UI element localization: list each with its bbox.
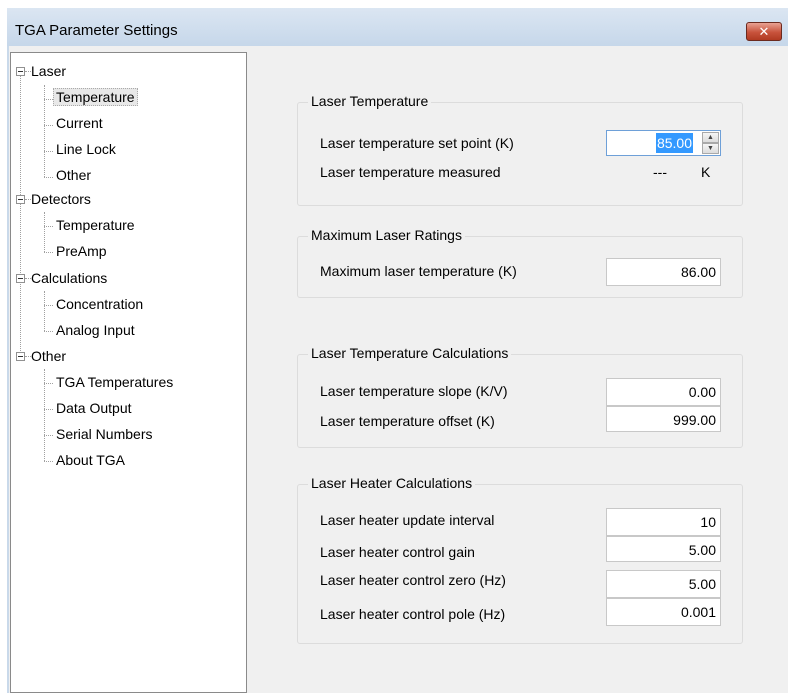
tree-item-label: Line Lock (56, 141, 116, 157)
tree-item-other[interactable]: Other (31, 344, 66, 368)
slope-field[interactable]: 0.00 (606, 378, 721, 406)
tree-item-laser-current[interactable]: Current (56, 111, 103, 135)
collapse-icon[interactable] (16, 67, 25, 76)
tree-line (44, 305, 53, 306)
tree-line (44, 461, 53, 462)
max-temp-field[interactable]: 86.00 (606, 258, 721, 286)
tree-item-label: Serial Numbers (56, 426, 153, 442)
tree-item-label: PreAmp (56, 243, 107, 259)
slope-label: Laser temperature slope (K/V) (320, 383, 508, 399)
measured-value: --- (653, 164, 667, 180)
tree-item-label: Data Output (56, 400, 132, 416)
close-button[interactable]: ✕ (746, 22, 782, 41)
group-title: Maximum Laser Ratings (308, 227, 465, 243)
tree-item-laser-temperature[interactable]: Temperature (53, 85, 138, 109)
tree-line (44, 125, 53, 126)
pole-field[interactable]: 0.001 (606, 598, 721, 626)
tree-item-label: Temperature (53, 88, 138, 106)
group-title: Laser Heater Calculations (308, 475, 476, 491)
tree-line (44, 252, 53, 253)
tree-item-calculations-concentration[interactable]: Concentration (56, 292, 143, 316)
tree-line (44, 226, 53, 227)
tree-line (44, 331, 53, 332)
tree-item-calculations[interactable]: Calculations (31, 266, 107, 290)
tree-line (44, 212, 45, 252)
set-point-value[interactable]: 85.00 (655, 133, 693, 153)
tree-line (44, 409, 53, 410)
group-title: Laser Temperature Calculations (308, 345, 512, 361)
offset-field[interactable]: 999.00 (606, 406, 721, 432)
tree-item-label: Concentration (56, 296, 144, 312)
tree-item-other-serial-numbers[interactable]: Serial Numbers (56, 422, 152, 446)
tree-item-other-data-output[interactable]: Data Output (56, 396, 132, 420)
gain-label: Laser heater control gain (320, 544, 475, 560)
spin-up-icon[interactable]: ▲ (702, 132, 719, 143)
tree-item-label: About TGA (56, 452, 126, 468)
interval-field[interactable]: 10 (606, 508, 721, 536)
tree-item-laser-line-lock[interactable]: Line Lock (56, 137, 116, 161)
set-point-label: Laser temperature set point (K) (320, 135, 514, 151)
tree-item-label: Detectors (31, 191, 91, 207)
tree-line (44, 291, 45, 331)
tree-item-detectors[interactable]: Detectors (31, 187, 91, 211)
interval-label: Laser heater update interval (320, 512, 495, 528)
tree-item-label: Current (56, 115, 103, 131)
tree-item-label: Other (56, 167, 92, 183)
tree-line (44, 435, 53, 436)
gain-field[interactable]: 5.00 (606, 536, 721, 562)
title-bar[interactable]: TGA Parameter Settings ✕ (7, 8, 788, 46)
tree-item-label: Calculations (31, 270, 108, 286)
spin-down-icon[interactable]: ▼ (702, 143, 719, 154)
max-temp-label: Maximum laser temperature (K) (320, 263, 517, 279)
window-title: TGA Parameter Settings (15, 22, 178, 39)
tree-line (20, 71, 21, 353)
collapse-icon[interactable] (16, 352, 25, 361)
tree-item-detectors-temperature[interactable]: Temperature (56, 213, 135, 237)
tree-item-label: Laser (31, 63, 67, 79)
tree-item-label: Other (31, 348, 67, 364)
offset-label: Laser temperature offset (K) (320, 413, 495, 429)
tree-item-laser[interactable]: Laser (31, 59, 66, 83)
set-point-spinner[interactable]: 85.00 ▲ ▼ (606, 130, 721, 156)
group-title: Laser Temperature (308, 93, 432, 109)
tree-item-other-tga-temperatures[interactable]: TGA Temperatures (56, 370, 173, 394)
tree-line (44, 383, 53, 384)
pole-label: Laser heater control pole (Hz) (320, 606, 506, 622)
tree-item-calculations-analog-input[interactable]: Analog Input (56, 318, 135, 342)
tree-item-label: TGA Temperatures (56, 374, 174, 390)
tree-item-laser-other[interactable]: Other (56, 163, 91, 187)
close-icon: ✕ (758, 23, 770, 39)
collapse-icon[interactable] (16, 274, 25, 283)
tree-line (44, 177, 53, 178)
tree-item-label: Temperature (56, 217, 135, 233)
tree-item-label: Analog Input (56, 322, 135, 338)
zero-field[interactable]: 5.00 (606, 570, 721, 598)
collapse-icon[interactable] (16, 195, 25, 204)
settings-tree: Laser Temperature Current Line Lock Othe… (10, 52, 247, 693)
tree-item-detectors-preamp[interactable]: PreAmp (56, 239, 107, 263)
measured-label: Laser temperature measured (320, 164, 501, 180)
tree-line (44, 151, 53, 152)
measured-unit: K (701, 164, 711, 180)
tree-item-other-about-tga[interactable]: About TGA (56, 448, 125, 472)
zero-label: Laser heater control zero (Hz) (320, 572, 506, 588)
tree-line (44, 99, 53, 100)
